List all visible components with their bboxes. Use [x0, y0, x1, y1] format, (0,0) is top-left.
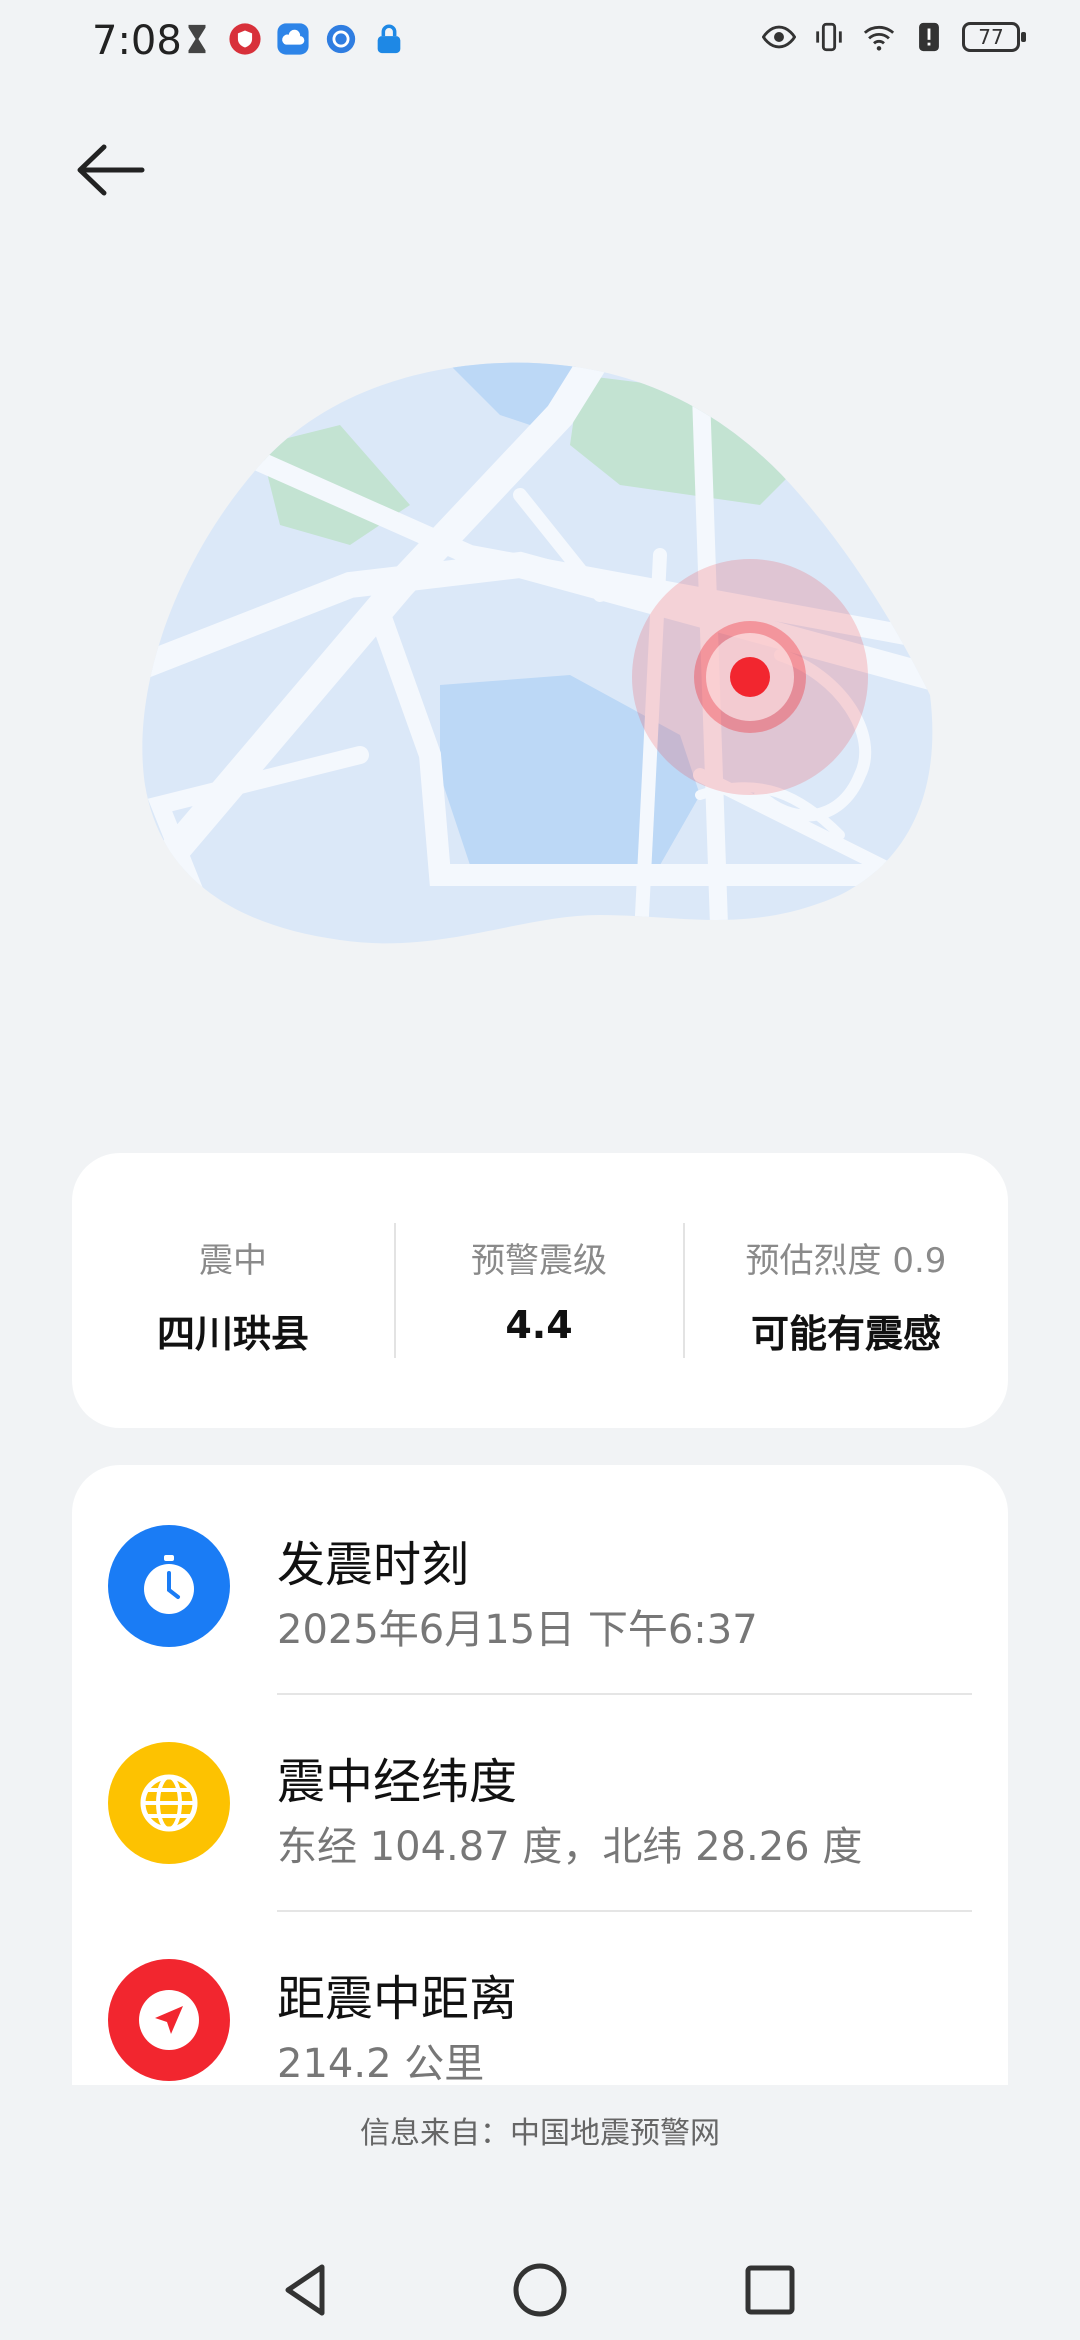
magnitude-value: 4.4	[505, 1303, 573, 1347]
hourglass-icon	[188, 24, 206, 54]
epicenter-section: 震中 四川珙县	[72, 1153, 394, 1428]
quake-time-row: 发震时刻 2025年6月15日 下午6:37	[72, 1465, 1008, 1681]
distance-row: 距震中距离 214.2 公里	[72, 1899, 1008, 2085]
coordinates-value: 东经 104.87 度，北纬 28.26 度	[277, 1824, 863, 1870]
status-bar: 7:08 77	[0, 0, 1080, 86]
back-arrow-icon[interactable]	[70, 135, 150, 205]
intensity-section: 预估烈度 0.9 可能有震感	[684, 1153, 1008, 1428]
epicenter-value: 四川珙县	[156, 1312, 309, 1356]
vibrate-icon	[816, 22, 842, 52]
cloud-icon	[277, 23, 309, 55]
wifi-icon	[863, 25, 895, 51]
battery-level: 77	[978, 25, 1004, 49]
distance-value: 214.2 公里	[277, 2041, 485, 2085]
source-text: 信息来自：中国地震预警网	[360, 2116, 720, 2151]
lock-icon	[377, 24, 401, 54]
coordinates-row: 震中经纬度 东经 104.87 度，北纬 28.26 度	[72, 1682, 1008, 1898]
distance-title: 距震中距离	[277, 1971, 518, 2027]
details-card: 发震时刻 2025年6月15日 下午6:37 震中经纬度 东经 104.87 度…	[72, 1465, 1008, 2085]
map-illustration	[142, 362, 933, 944]
quake-time-title: 发震时刻	[277, 1537, 470, 1593]
alert-icon	[919, 22, 939, 52]
home-circle-icon[interactable]	[505, 2255, 575, 2325]
globe-icon	[108, 1742, 230, 1864]
summary-card: 震中 四川珙县 预警震级 4.4 预估烈度 0.9 可能有震感	[72, 1153, 1008, 1428]
recents-square-icon[interactable]	[735, 2255, 805, 2325]
battery-icon: 77	[962, 22, 1026, 52]
back-triangle-icon[interactable]	[272, 2255, 342, 2325]
navigation-arrow-icon	[108, 1959, 230, 2081]
quake-time-value: 2025年6月15日 下午6:37	[277, 1607, 758, 1653]
navigation-bar	[0, 2230, 1080, 2340]
coordinates-title: 震中经纬度	[277, 1754, 518, 1810]
intensity-label: 预估烈度 0.9	[745, 1241, 947, 1281]
globe-icon	[326, 24, 356, 54]
magnitude-label: 预警震级	[471, 1241, 607, 1281]
status-time: 7:08	[92, 18, 182, 64]
shield-icon	[229, 23, 261, 55]
eye-icon	[762, 25, 796, 49]
intensity-value: 可能有震感	[750, 1312, 941, 1356]
epicenter-label: 震中	[199, 1241, 267, 1281]
magnitude-section: 预警震级 4.4	[395, 1153, 683, 1428]
clock-icon	[108, 1525, 230, 1647]
